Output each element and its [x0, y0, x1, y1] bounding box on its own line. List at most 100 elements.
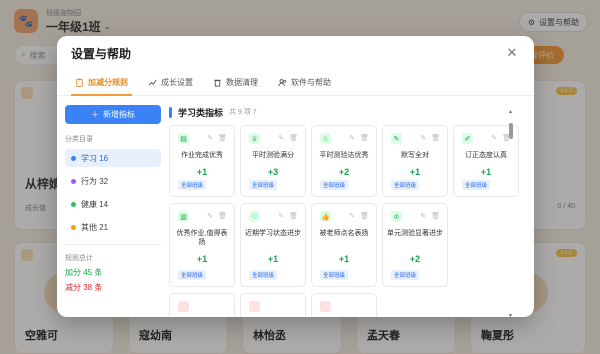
delete-icon[interactable]: 🗑 — [289, 212, 298, 220]
modal-header: 设置与帮助 ✕ — [57, 36, 534, 70]
indicator-score: +2 — [338, 167, 350, 177]
indicator-card[interactable]: ♡ ✎ 🗑 近期学习状态进步 +1 全部班级 — [240, 203, 306, 287]
edit-icon[interactable]: ✎ — [491, 134, 497, 142]
category-dot — [71, 224, 76, 230]
category-item-study[interactable]: 学习 16 — [65, 149, 161, 167]
indicator-name: 平时测验达优秀 — [319, 152, 369, 159]
edit-icon[interactable]: ✎ — [278, 212, 284, 220]
delete-icon[interactable]: 🗑 — [431, 212, 440, 220]
divider — [65, 244, 161, 245]
indicator-card[interactable]: ♔ ✎ 🗑 单元测验显著进步 +2 全部班级 — [382, 203, 448, 287]
edit-icon[interactable]: ✎ — [207, 212, 213, 220]
indicator-actions: ✎ 🗑 — [420, 134, 440, 142]
indicator-score: +1 — [267, 254, 279, 264]
indicator-card[interactable] — [240, 293, 306, 317]
delete-icon[interactable]: 🗑 — [218, 134, 227, 142]
indicator-name: 订正态度认真 — [465, 152, 507, 159]
indicator-icon: ♔ — [391, 211, 402, 222]
indicator-icon: ♕ — [249, 133, 260, 144]
scroll-up-icon[interactable]: ▲ — [508, 109, 513, 115]
section-count: 共 9 项 7 — [229, 109, 257, 116]
indicator-card[interactable] — [169, 293, 235, 317]
indicator-actions: ✎ 🗑 — [420, 212, 440, 220]
edit-icon[interactable]: ✎ — [420, 212, 426, 220]
delete-icon[interactable]: 🗑 — [431, 134, 440, 142]
indicator-content: 学习类指标 共 9 项 7 ▤ ✎ 🗑 作业完成优秀 +1 全部班级 ♕ ✎ 🗑 平时测验满分 +3… — [169, 105, 519, 317]
plus-rule-count: 加分 45 条 — [65, 268, 103, 277]
indicator-name: 近期学习状态进步 — [245, 230, 301, 237]
scrollbar[interactable]: ▲ ▼ — [508, 109, 513, 317]
indicator-icon — [320, 301, 331, 312]
indicator-name: 优秀作业,值得表扬 — [176, 230, 228, 246]
category-item-health[interactable]: 健康 14 — [65, 195, 161, 213]
clipboard-icon — [76, 78, 83, 87]
minus-rule-count: 减分 38 条 — [65, 283, 103, 292]
indicator-card[interactable]: ▤ ✎ 🗑 作业完成优秀 +1 全部班级 — [169, 125, 235, 197]
indicator-actions: ✎ 🗑 — [278, 134, 298, 142]
delete-icon[interactable]: 🗑 — [289, 134, 298, 142]
tab-software-help[interactable]: 软件与帮助 — [268, 70, 341, 95]
edit-icon[interactable]: ✎ — [278, 134, 284, 142]
indicator-name: 平时测验满分 — [252, 152, 294, 159]
category-item-behavior[interactable]: 行为 32 — [65, 172, 161, 190]
settings-modal: 设置与帮助 ✕ 加减分规则 成长设置 数据清理 软件与帮助 ＋ 新增指标 分类目… — [57, 36, 534, 317]
scope-tag: 全部班级 — [391, 270, 420, 280]
delete-icon[interactable]: 🗑 — [360, 212, 369, 220]
indicator-score: +3 — [267, 167, 279, 177]
edit-icon[interactable]: ✎ — [349, 212, 355, 220]
trash-icon — [214, 79, 221, 87]
indicator-name: 默写全对 — [401, 152, 429, 159]
indicator-icon: 👍 — [320, 211, 331, 222]
indicator-card[interactable]: ✎ ✎ 🗑 默写全对 +1 全部班级 — [382, 125, 448, 197]
section-header: 学习类指标 共 9 项 7 — [169, 105, 519, 119]
indicator-icon — [178, 301, 189, 312]
tab-label: 数据清理 — [226, 78, 258, 87]
scroll-down-icon[interactable]: ▼ — [508, 313, 513, 317]
indicator-name: 作业完成优秀 — [181, 152, 223, 159]
category-sidebar: ＋ 新增指标 分类目录 学习 16 行为 32 健康 14 其他 21 规则总计 — [65, 105, 161, 293]
scroll-thumb[interactable] — [509, 123, 513, 139]
category-label: 分类目录 — [65, 136, 93, 143]
edit-icon[interactable]: ✎ — [420, 134, 426, 142]
edit-icon[interactable]: ✎ — [207, 134, 213, 142]
scope-tag: 全部班级 — [249, 270, 278, 280]
delete-icon[interactable]: 🗑 — [360, 134, 369, 142]
tab-label: 软件与帮助 — [291, 78, 331, 87]
category-label-text: 其他 21 — [81, 222, 109, 232]
indicator-actions: ✎ 🗑 — [349, 212, 369, 220]
indicator-icon — [249, 301, 260, 312]
indicator-name: 单元测验显著进步 — [387, 230, 443, 237]
close-icon[interactable]: ✕ — [504, 45, 520, 61]
indicator-icon: ▥ — [178, 211, 189, 222]
indicator-actions: ✎ 🗑 — [207, 134, 227, 142]
category-dot — [71, 178, 76, 184]
add-indicator-button[interactable]: ＋ 新增指标 — [65, 105, 161, 124]
scope-tag: 全部班级 — [320, 180, 349, 190]
category-item-other[interactable]: 其他 21 — [65, 218, 161, 236]
delete-icon[interactable]: 🗑 — [218, 212, 227, 220]
indicator-actions: ✎ 🗑 — [278, 212, 298, 220]
tab-growth[interactable]: 成长设置 — [138, 70, 203, 95]
tab-label: 成长设置 — [161, 78, 193, 87]
plus-icon: ＋ — [91, 110, 99, 119]
indicator-icon: ▤ — [178, 133, 189, 144]
indicator-score: +1 — [196, 254, 208, 264]
tab-rules[interactable]: 加减分规则 — [65, 70, 138, 96]
indicator-name: 被老师点名表扬 — [319, 230, 369, 237]
edit-icon[interactable]: ✎ — [349, 134, 355, 142]
indicator-card[interactable] — [311, 293, 377, 317]
indicator-card[interactable]: ☆ ✎ 🗑 平时测验达优秀 +2 全部班级 — [311, 125, 377, 197]
indicator-card[interactable]: ▥ ✎ 🗑 优秀作业,值得表扬 +1 全部班级 — [169, 203, 235, 287]
indicator-actions: ✎ 🗑 — [207, 212, 227, 220]
indicator-score: +1 — [338, 254, 350, 264]
category-label-text: 行为 32 — [81, 176, 109, 186]
modal-title: 设置与帮助 — [71, 46, 132, 61]
indicator-actions: ✎ 🗑 — [349, 134, 369, 142]
indicator-icon: ✎ — [391, 133, 402, 144]
indicator-card[interactable]: ♕ ✎ 🗑 平时测验满分 +3 全部班级 — [240, 125, 306, 197]
tab-data-cleanup[interactable]: 数据清理 — [203, 70, 268, 95]
tab-label: 加减分规则 — [88, 78, 128, 87]
indicator-card[interactable]: 👍 ✎ 🗑 被老师点名表扬 +1 全部班级 — [311, 203, 377, 287]
trend-icon — [148, 79, 157, 86]
section-accent — [169, 106, 172, 118]
